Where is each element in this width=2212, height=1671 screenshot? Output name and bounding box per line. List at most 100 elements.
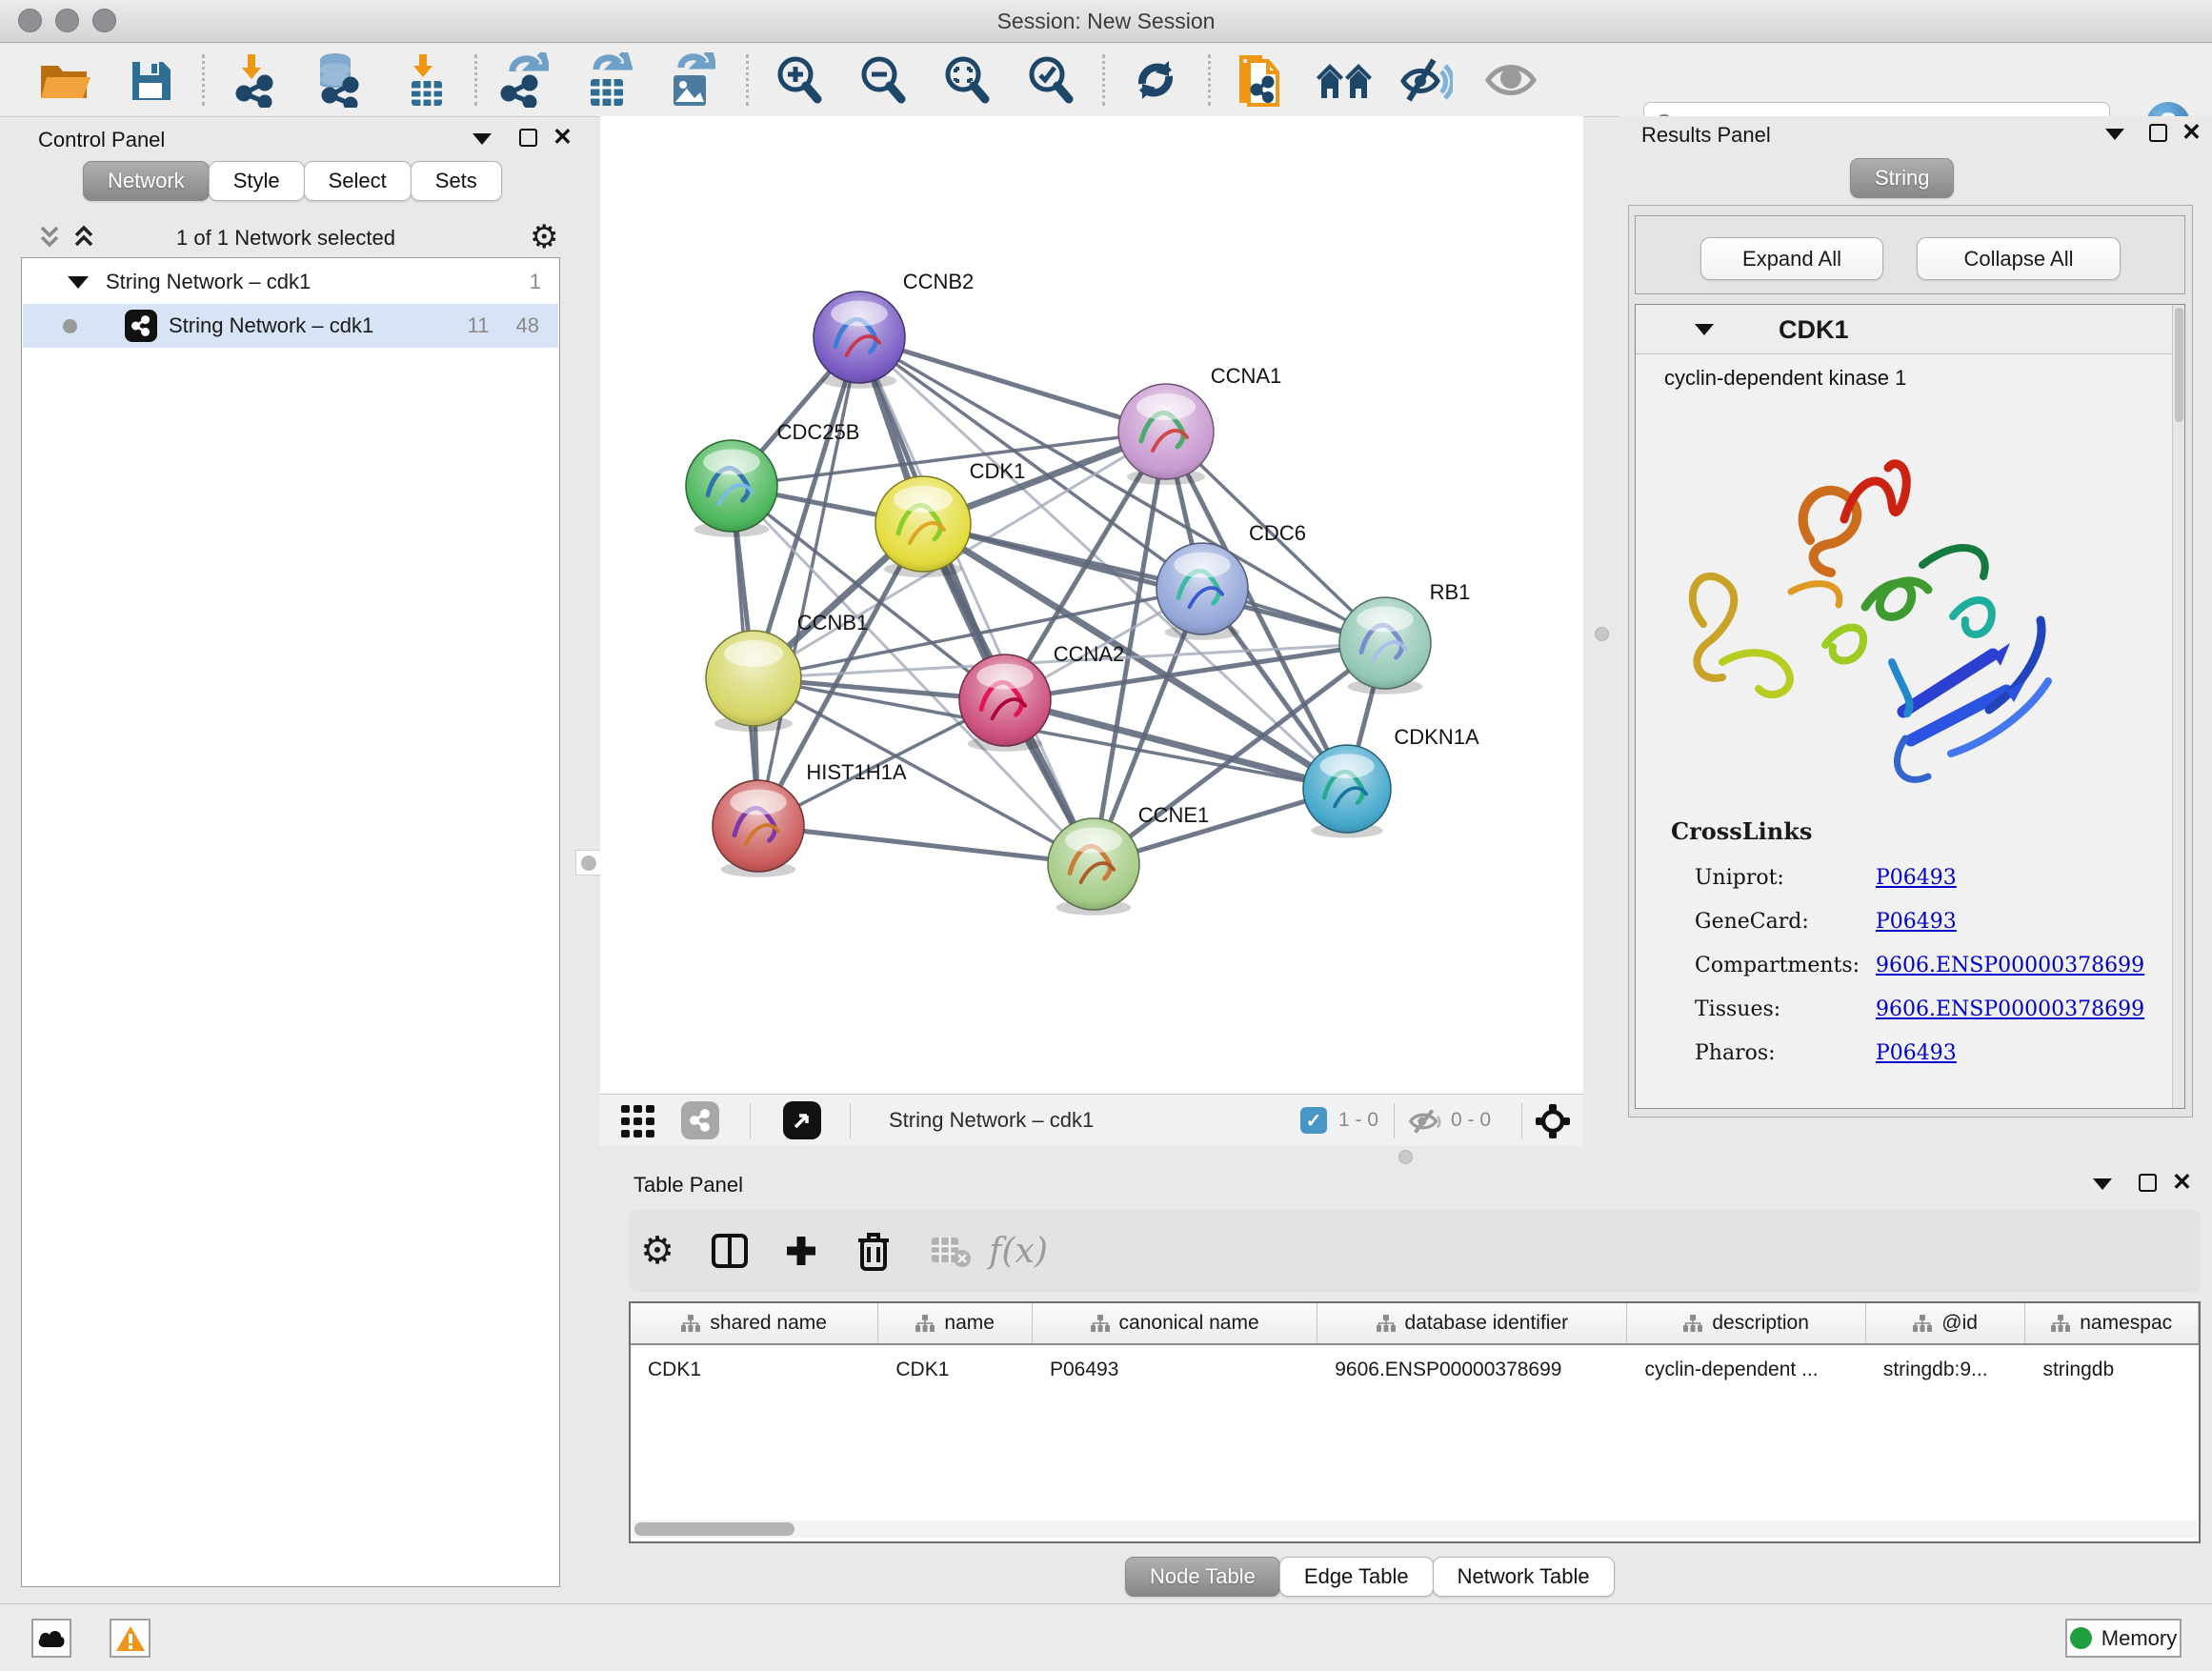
column-header-shared-name[interactable]: shared name [631,1303,878,1343]
network-row-selected[interactable]: String Network – cdk1 11 48 [23,304,558,348]
warnings-button[interactable] [110,1619,151,1658]
show-all-button[interactable] [1476,49,1546,111]
delete-table-icon[interactable] [924,1224,977,1278]
import-network-from-database-button[interactable] [302,49,372,111]
results-scrollbar[interactable] [2172,305,2184,1108]
tab-style[interactable]: Style [209,161,305,201]
share-session-file-button[interactable] [1225,49,1296,111]
splitter-dot-icon [581,856,596,871]
network-node-ccna1[interactable]: CCNA1 [1118,364,1281,485]
panel-float-icon[interactable] [519,129,537,147]
toolbar-separator [1208,54,1211,106]
crosslink-value-link[interactable]: 9606.ENSP00000378699 [1876,997,2144,1021]
crosslink-value-link[interactable]: P06493 [1876,910,1957,934]
panel-float-icon[interactable] [2149,124,2167,142]
right-splitter-handle[interactable] [1595,627,1609,641]
column-header--id[interactable]: @id [1866,1303,2026,1343]
network-edge[interactable] [859,337,1094,864]
panel-close-icon[interactable]: ✕ [2182,124,2202,142]
tab-network[interactable]: Network [83,161,210,201]
node-entry-header[interactable]: CDK1 [1636,305,2184,354]
tab-string[interactable]: String [1850,158,1954,198]
table-cell[interactable]: cyclin-dependent ... [1627,1347,1865,1393]
crosslink-value-link[interactable]: 9606.ENSP00000378699 [1876,954,2144,977]
network-node-rb1[interactable]: RB1 [1339,580,1470,695]
export-image-button[interactable] [654,49,725,111]
tab-sets[interactable]: Sets [411,161,502,201]
network-node-hist1h1a[interactable]: HIST1H1A [713,760,907,877]
expand-all-button[interactable]: Expand All [1700,237,1883,280]
save-session-button[interactable] [115,49,186,111]
panel-float-icon[interactable] [2139,1174,2157,1192]
column-header-name[interactable]: name [878,1303,1033,1343]
network-share-view-button[interactable] [681,1101,719,1139]
table-cell[interactable]: P06493 [1033,1347,1317,1393]
open-session-button[interactable] [30,49,100,111]
crosslink-value-link[interactable]: P06493 [1876,1041,1957,1065]
refresh-button[interactable] [1120,49,1191,111]
network-node-cdc6[interactable]: CDC6 [1156,521,1306,640]
table-cell[interactable]: stringdb [2025,1347,2199,1393]
network-node-cdk1[interactable]: CDK1 [875,459,1025,577]
column-header-canonical-name[interactable]: canonical name [1033,1303,1317,1343]
network-options-gear-icon[interactable]: ⚙ [530,218,558,256]
table-cell[interactable]: CDK1 [878,1347,1033,1393]
scrollbar-thumb[interactable] [2175,308,2183,422]
homes-button[interactable] [1309,49,1379,111]
birdseye-view-button[interactable] [783,1101,821,1139]
tab-network-table[interactable]: Network Table [1433,1557,1615,1597]
network-edge[interactable] [923,524,1385,643]
selected-nodes-checkbox[interactable]: ✓ [1300,1107,1327,1134]
crosslink-value-link[interactable]: P06493 [1876,866,1957,890]
add-column-icon[interactable] [774,1224,828,1278]
tab-edge-table[interactable]: Edge Table [1279,1557,1434,1597]
table-data-row[interactable]: CDK1CDK1P064939606.ENSP00000378699cyclin… [631,1347,2199,1393]
fit-content-crosshair-icon[interactable] [1536,1104,1570,1138]
import-network-button[interactable] [220,49,291,111]
zoom-selected-button[interactable] [1015,49,1085,111]
export-table-button[interactable] [572,49,642,111]
network-view-canvas[interactable]: CCNB2CCNA1CDC25BCDK1CDC6RB1CCNB1CCNA2CDK… [600,116,1583,1094]
panel-menu-icon[interactable] [2105,129,2124,140]
zoom-out-button[interactable] [847,49,917,111]
function-builder-icon[interactable]: f(x) [992,1224,1045,1278]
memory-button[interactable]: Memory [2065,1619,2182,1658]
table-settings-gear-icon[interactable]: ⚙ [631,1224,684,1278]
crosslinks-list: Uniprot:P06493GeneCard:P06493Compartment… [1695,856,2152,1075]
network-edge[interactable] [758,826,1094,864]
network-graph[interactable]: CCNB2CCNA1CDC25BCDK1CDC6RB1CCNB1CCNA2CDK… [600,116,1583,1094]
entry-collapse-icon[interactable] [1695,324,1714,335]
grid-view-icon[interactable] [621,1105,655,1137]
table-cell[interactable]: stringdb:9... [1866,1347,2026,1393]
delete-column-trash-icon[interactable] [847,1224,900,1278]
panel-close-icon[interactable]: ✕ [2172,1174,2192,1192]
table-cell[interactable]: CDK1 [631,1347,878,1393]
show-columns-icon[interactable] [703,1224,756,1278]
bottom-splitter-handle[interactable] [1398,1150,1413,1164]
crosslink-label: Tissues: [1695,997,1876,1021]
tab-node-table[interactable]: Node Table [1125,1557,1280,1597]
column-header-database-identifier[interactable]: database identifier [1317,1303,1627,1343]
panel-close-icon[interactable]: ✕ [553,129,573,147]
column-header-namespac[interactable]: namespac [2025,1303,2199,1343]
panel-menu-icon[interactable] [2093,1178,2112,1190]
tab-select[interactable]: Select [304,161,412,201]
panel-menu-icon[interactable] [473,133,492,145]
network-collection-row[interactable]: String Network – cdk1 1 [23,260,558,304]
import-table-button[interactable] [390,49,460,111]
network-edge[interactable] [758,337,859,826]
cloud-status-button[interactable] [31,1619,71,1658]
table-horizontal-scrollbar[interactable] [633,1520,2197,1538]
table-cell[interactable]: 9606.ENSP00000378699 [1317,1347,1627,1393]
collapse-all-button[interactable]: Collapse All [1917,237,2121,280]
zoom-fit-button[interactable] [931,49,1001,111]
tree-expander-icon[interactable] [68,276,89,289]
network-node-cdkn1a[interactable]: CDKN1A [1303,725,1479,838]
export-network-button[interactable] [488,49,558,111]
scrollbar-thumb[interactable] [634,1522,794,1536]
hide-selected-button[interactable] [1391,49,1461,111]
main-toolbar: ? [0,44,2212,117]
zoom-in-button[interactable] [763,49,834,111]
column-header-description[interactable]: description [1627,1303,1865,1343]
left-splitter-handle[interactable] [575,850,601,876]
